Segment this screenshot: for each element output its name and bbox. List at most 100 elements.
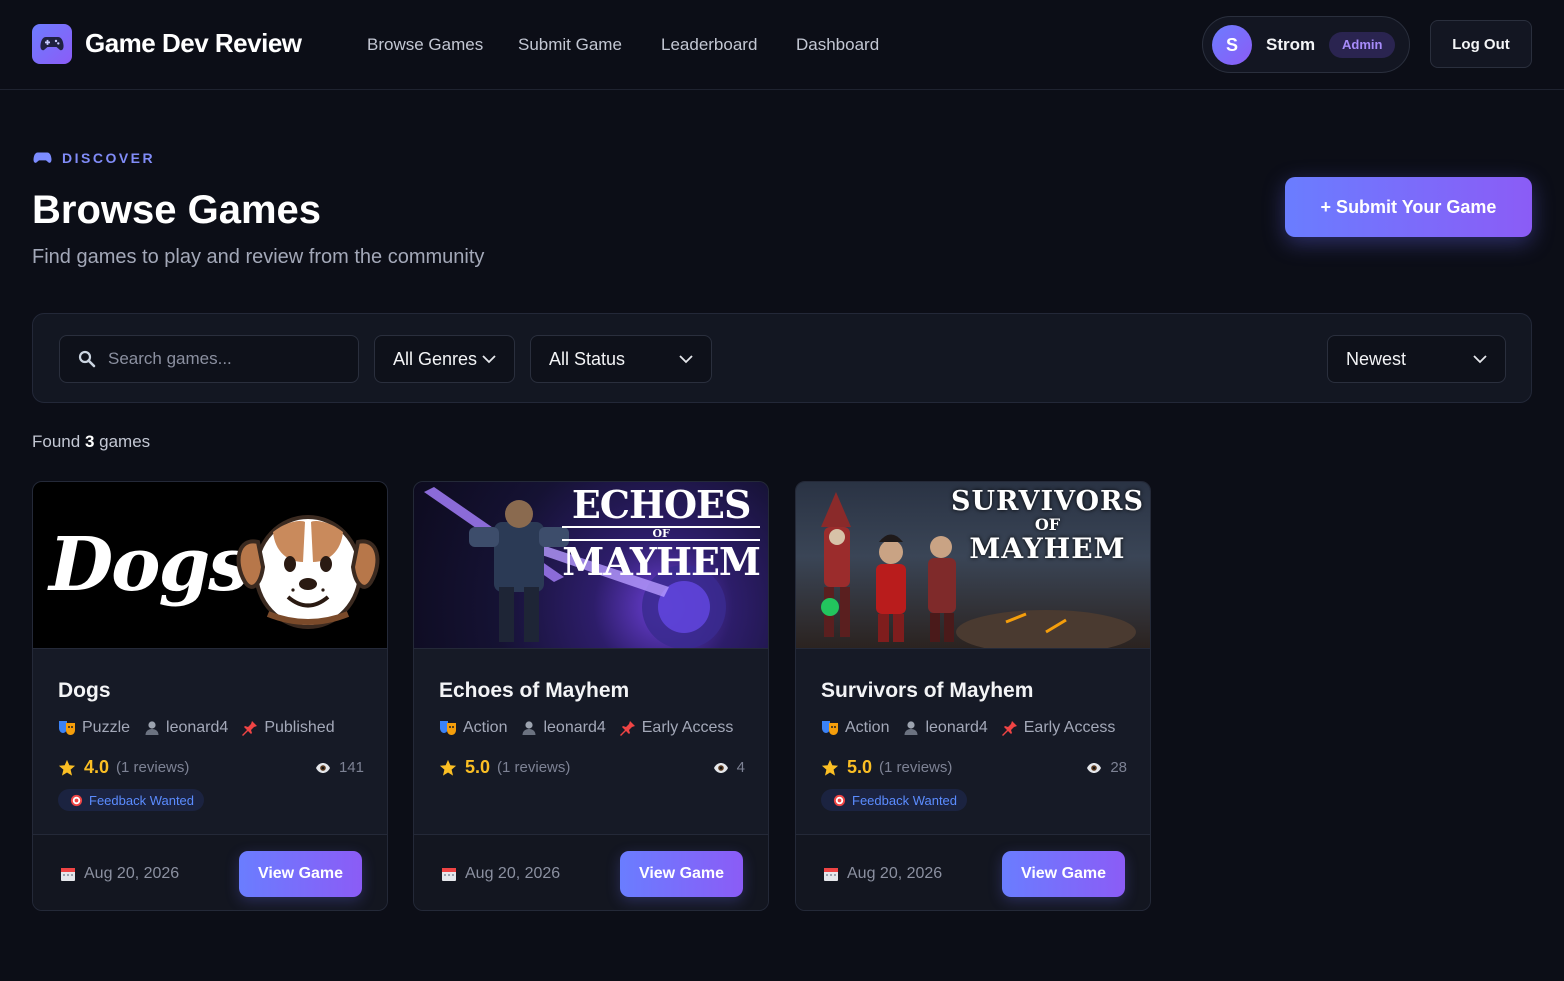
search-field[interactable] [59,335,359,383]
user-icon [522,721,536,735]
filter-bar: All Genres All Status Newest [32,313,1532,403]
game-meta: Puzzle leonard4 Published [58,719,349,737]
cover-title-text: SURVIVORS OF MAYHEM [951,488,1144,563]
status-select-value: All Status [549,348,626,369]
page-subtitle: Find games to play and review from the c… [32,246,485,268]
game-card[interactable]: ECHOES OF MAYHEM Echoes of Mayhem Action… [413,481,769,911]
review-count: (1 reviews) [116,759,190,776]
chevron-down-icon [1473,354,1487,363]
game-author-label: leonard4 [925,719,988,736]
game-status-label: Published [264,719,335,736]
star-icon [58,759,76,776]
feedback-wanted-label: Feedback Wanted [852,792,958,808]
logout-button[interactable]: Log Out [1430,20,1532,68]
game-genre-label: Action [845,719,890,736]
cover-title-line2: OF [1034,515,1061,534]
game-rating: 4.0 (1 reviews) [58,757,189,778]
nav-link-browse-games[interactable]: Browse Games [367,35,483,55]
game-genre: Puzzle [58,719,130,737]
calendar-icon [824,868,838,881]
game-genre-label: Action [463,719,508,736]
eye-icon [1087,762,1102,773]
game-date-value: Aug 20, 2026 [465,865,561,882]
nav-link-leaderboard[interactable]: Leaderboard [661,35,757,55]
game-cover-image[interactable]: ECHOES OF MAYHEM [414,482,768,648]
game-author-label: leonard4 [166,719,229,736]
rating-value: 5.0 [847,757,873,777]
review-count: (1 reviews) [879,759,953,776]
results-prefix: Found [32,432,81,451]
user-icon [145,721,159,735]
cover-title-text: ECHOES OF MAYHEM [562,482,761,584]
view-game-button[interactable]: View Game [239,851,362,897]
user-name: Strom [1266,35,1316,54]
view-count: 141 [315,759,364,776]
game-title[interactable]: Survivors of Mayhem [821,679,1033,703]
genre-select[interactable]: All Genres [374,335,515,383]
game-genre: Action [439,719,507,737]
view-count: 4 [713,759,745,776]
card-footer: Aug 20, 2026 View Game [796,834,1150,910]
eyebrow-label: DISCOVER [62,150,156,166]
search-input[interactable] [108,349,338,369]
game-card[interactable]: SURVIVORS OF MAYHEM Survivors of Mayhem … [795,481,1151,911]
dog-face-illustration [236,515,380,629]
cover-title-line1: SURVIVORS [950,486,1144,517]
game-title[interactable]: Echoes of Mayhem [439,679,629,703]
pushpin-icon [619,721,635,736]
status-select[interactable]: All Status [530,335,712,383]
game-meta: Action leonard4 Early Access [821,719,1129,737]
genre-select-value: All Genres [393,348,478,369]
role-badge: Admin [1329,32,1396,58]
cover-title-line3: MAYHEM [562,539,761,584]
submit-your-game-button[interactable]: + Submit Your Game [1285,177,1532,237]
game-author: leonard4 [521,719,606,737]
calendar-icon [61,868,75,881]
rating-value: 5.0 [465,757,491,777]
game-date-value: Aug 20, 2026 [847,865,943,882]
game-rating: 5.0 (1 reviews) [439,757,570,778]
star-icon [821,759,839,776]
theater-masks-icon [59,721,75,735]
cover-title-text: Dogs [49,522,250,608]
nav-link-submit-game[interactable]: Submit Game [518,35,622,55]
view-game-button[interactable]: View Game [620,851,743,897]
cover-title-line1: ECHOES [571,482,752,527]
chevron-down-icon [679,354,693,363]
game-date: Aug 20, 2026 [823,865,942,883]
game-status-label: Early Access [1023,719,1116,736]
game-date: Aug 20, 2026 [441,865,560,883]
card-footer: Aug 20, 2026 View Game [414,834,768,910]
game-genre-label: Puzzle [82,719,131,736]
view-count-value: 28 [1110,759,1127,776]
game-status: Early Access [619,719,733,737]
view-game-button[interactable]: View Game [1002,851,1125,897]
brand-name[interactable]: Game Dev Review [85,28,302,59]
gamepad-logo-icon[interactable] [32,24,72,64]
feedback-wanted-tag: Feedback Wanted [821,789,968,811]
feedback-wanted-label: Feedback Wanted [89,792,195,808]
target-icon [833,794,846,806]
game-title[interactable]: Dogs [58,679,111,703]
feedback-wanted-tag: Feedback Wanted [58,789,205,811]
game-author: leonard4 [903,719,988,737]
search-icon [78,350,96,368]
game-cover-image[interactable]: Dogs [33,482,387,648]
section-eyebrow: DISCOVER [33,150,155,166]
card-body: Echoes of Mayhem Action leonard4 Early A… [414,648,768,834]
game-genre: Action [821,719,889,737]
game-cover-image[interactable]: SURVIVORS OF MAYHEM [796,482,1150,648]
view-count-value: 4 [736,759,745,776]
user-menu[interactable]: S Strom Admin [1202,16,1410,73]
theater-masks-icon [440,721,456,735]
eye-icon [315,762,330,773]
game-status: Early Access [1001,719,1116,737]
nav-link-dashboard[interactable]: Dashboard [796,35,879,55]
calendar-icon [442,868,456,881]
rating-value: 4.0 [84,757,110,777]
pushpin-icon [242,721,258,736]
game-card[interactable]: Dogs Dogs Puzzle leonard4 Published 4.0 … [32,481,388,911]
review-count: (1 reviews) [497,759,571,776]
results-number: 3 [84,432,95,451]
sort-select[interactable]: Newest [1327,335,1506,383]
